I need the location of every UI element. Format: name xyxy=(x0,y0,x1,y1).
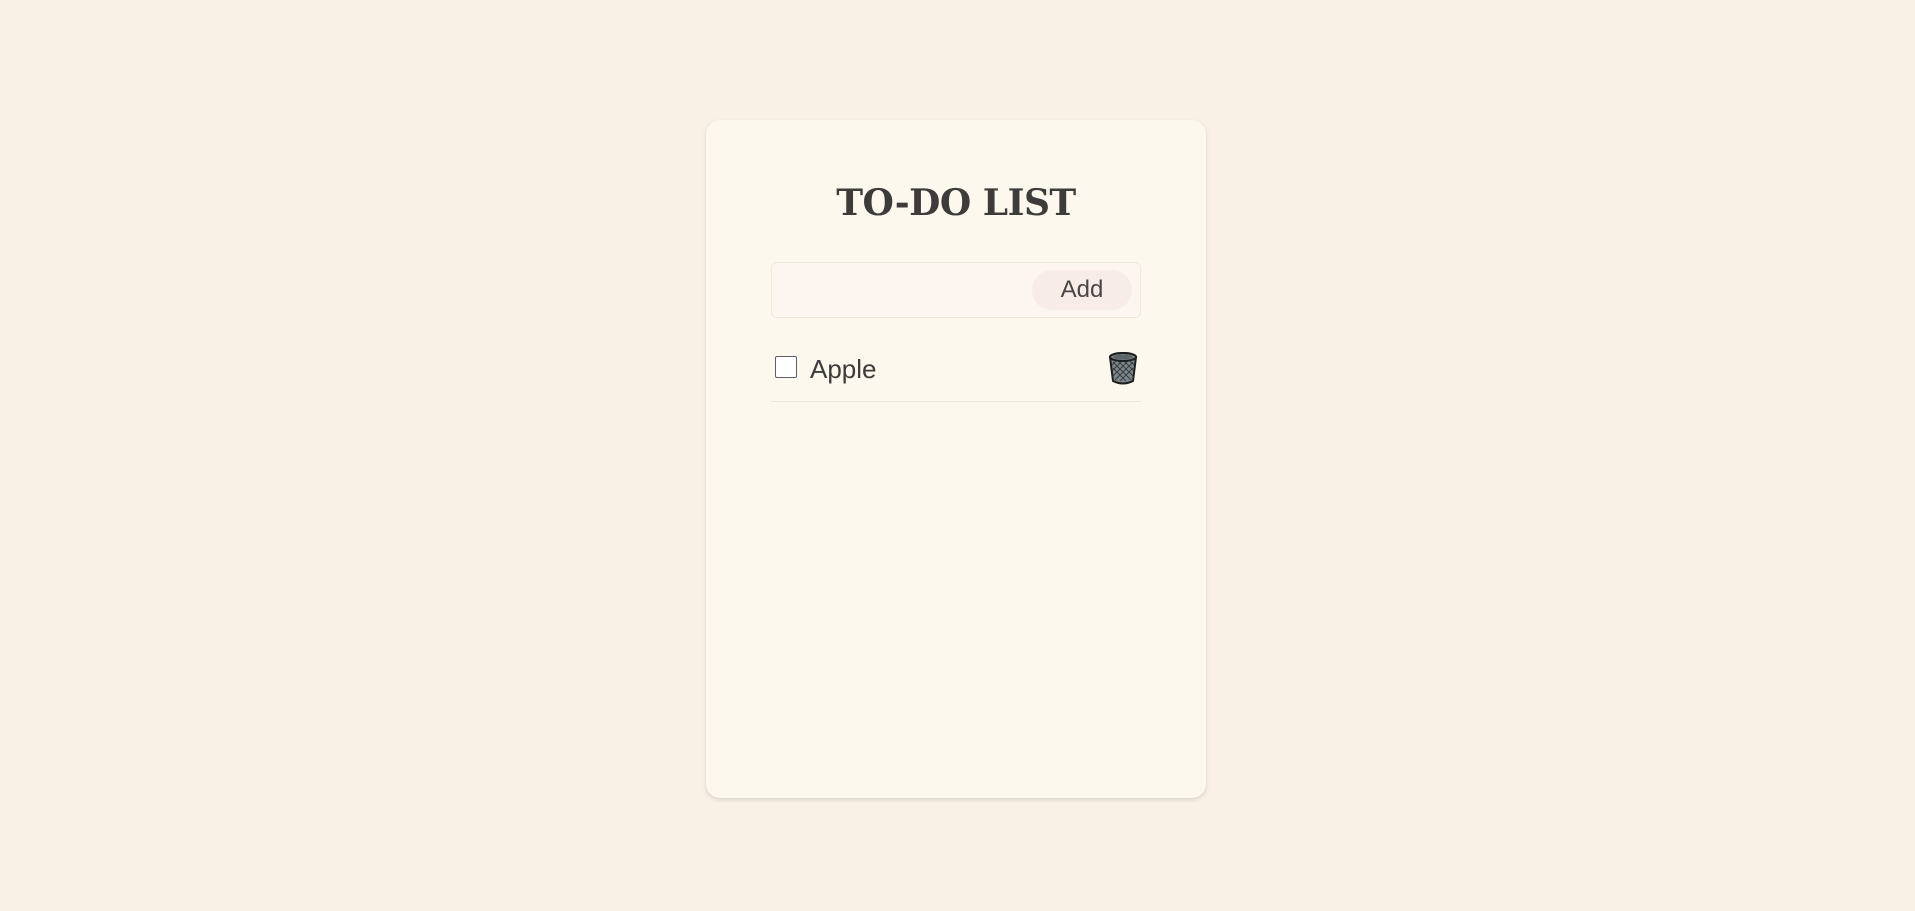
task-label: Apple xyxy=(810,354,877,384)
add-task-form: Add xyxy=(771,262,1141,318)
add-button[interactable]: Add xyxy=(1032,270,1132,310)
list-item: Apple xyxy=(771,342,1141,402)
page-title: TO-DO LIST xyxy=(836,182,1076,224)
trash-icon[interactable] xyxy=(1107,351,1139,385)
todo-card: TO-DO LIST Add Apple xyxy=(706,120,1206,798)
task-list: Apple xyxy=(771,342,1141,402)
task-checkbox[interactable] xyxy=(775,356,797,378)
task-input[interactable] xyxy=(782,271,1026,311)
